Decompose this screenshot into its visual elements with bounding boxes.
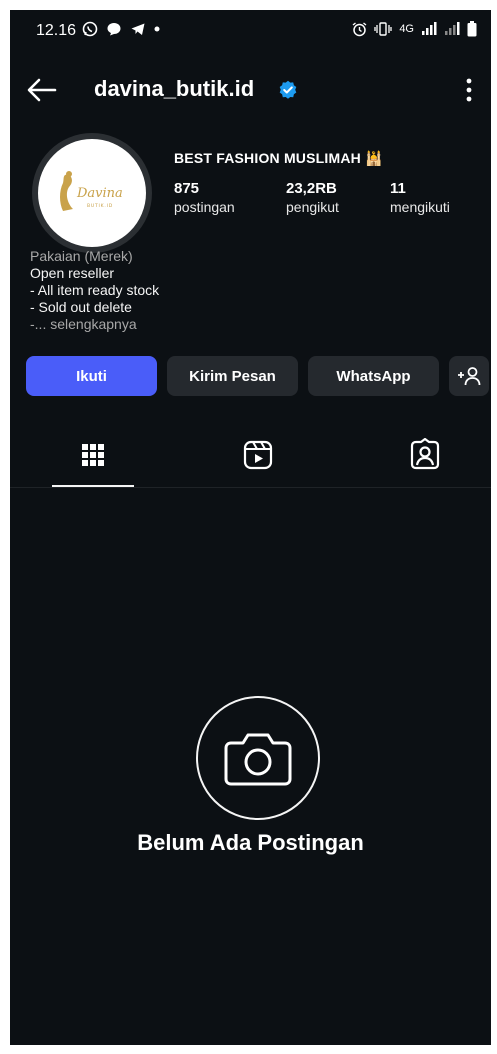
dot-icon (154, 26, 160, 32)
brand-logo: Davina BUTIK.ID (60, 171, 123, 211)
alarm-icon (352, 21, 367, 36)
username: davina_butik.id (94, 76, 255, 101)
empty-state-circle (196, 696, 320, 820)
avatar: Davina BUTIK.ID (38, 139, 146, 247)
bio-line: - Sold out delete (30, 299, 132, 315)
bio-line: Open reseller (30, 265, 115, 281)
profile-display-name: BEST FASHION MUSLIMAH 🕌 (174, 150, 383, 166)
logo-subtext: BUTIK.ID (87, 203, 113, 209)
empty-state-text: Belum Ada Postingan (137, 830, 364, 855)
telegram-icon (131, 23, 145, 35)
stat-posts-value: 875 (174, 180, 200, 197)
vibrate-icon (374, 22, 392, 36)
signal-weak-icon (445, 22, 460, 35)
back-arrow-icon[interactable] (26, 76, 58, 104)
stat-posts[interactable]: 875 postingan (174, 180, 235, 215)
follow-button[interactable]: Ikuti (26, 356, 157, 396)
signal-strength-icon (422, 22, 437, 35)
stat-followers[interactable]: 23,2RB pengikut (286, 180, 339, 215)
active-tab-indicator (52, 485, 134, 487)
bio-see-more-link[interactable]: -... selengkapnya (30, 316, 159, 333)
network-label: 4G (399, 23, 414, 35)
avatar-ring[interactable]: Davina BUTIK.ID (32, 133, 152, 253)
stat-posts-label: postingan (174, 199, 235, 215)
stat-following-label: mengikuti (390, 199, 450, 215)
bio-line: - All item ready stock (30, 282, 160, 298)
status-right-icons: 4G (352, 21, 477, 37)
message-button[interactable]: Kirim Pesan (167, 356, 298, 396)
grid-tab-icon[interactable] (76, 438, 110, 472)
verified-badge-icon (279, 80, 297, 99)
stat-following[interactable]: 11 mengikuti (390, 180, 450, 215)
reels-tab-icon[interactable] (241, 438, 275, 472)
status-bar: 12.16 4G (10, 10, 491, 52)
camera-icon (224, 733, 292, 786)
whatsapp-button[interactable]: WhatsApp (308, 356, 439, 396)
app-frame: 12.16 4G davina_butik.id Davina BUTIK.ID… (10, 10, 491, 1045)
battery-icon (467, 21, 477, 37)
whatsapp-icon (82, 21, 98, 37)
add-person-icon (458, 367, 481, 386)
tagged-tab-icon[interactable] (408, 438, 442, 472)
logo-text: Davina (76, 186, 123, 201)
stat-followers-label: pengikut (286, 199, 339, 215)
profile-category: Pakaian (Merek) (30, 248, 133, 264)
suggested-users-button[interactable] (449, 356, 489, 396)
status-time: 12.16 (36, 22, 77, 39)
profile-tabs (10, 430, 491, 488)
profile-header: davina_butik.id (10, 68, 491, 112)
stat-following-value: 11 (390, 180, 406, 197)
chat-bubble-icon (107, 23, 121, 36)
stat-followers-value: 23,2RB (286, 180, 337, 197)
more-options-icon[interactable] (465, 77, 473, 103)
profile-stats: 875 postingan 23,2RB pengikut 11 mengiku… (174, 180, 474, 220)
status-left-icons (82, 21, 160, 37)
profile-bio: Pakaian (Merek) Open reseller - All item… (30, 248, 159, 333)
